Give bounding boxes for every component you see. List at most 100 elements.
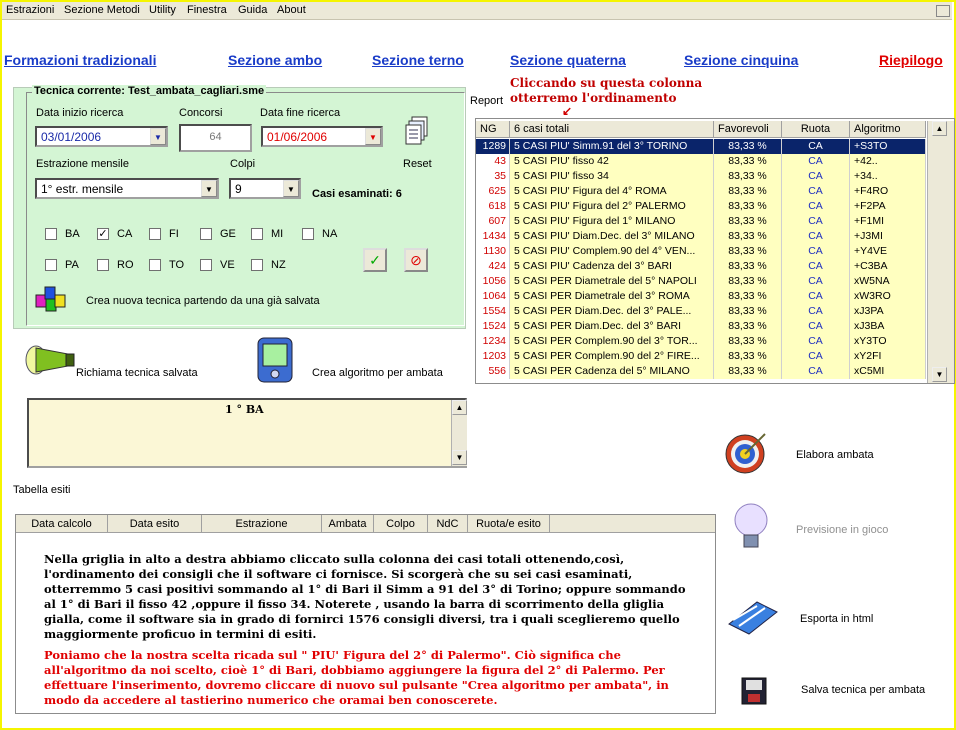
chevron-down-icon[interactable]: ▼: [365, 128, 381, 145]
menu-estrazioni[interactable]: Estrazioni: [6, 4, 54, 16]
sort-annotation: Cliccando su questa colonna otterremo l'…: [510, 76, 703, 105]
crea-algoritmo-label[interactable]: Crea algoritmo per ambata: [312, 367, 443, 379]
grid-row[interactable]: 1056 5 CASI PER Diametrale del 5° NAPOLI 8…: [476, 274, 926, 289]
pda-icon[interactable]: [255, 336, 295, 384]
scroll-down-icon[interactable]: ▼: [932, 367, 947, 382]
elabora-label[interactable]: Elabora ambata: [796, 449, 874, 461]
grid-cell-caso: 5 CASI PER Complem.90 del 3° TOR...: [510, 334, 714, 349]
grid-row[interactable]: 1064 5 CASI PER Diametrale del 3° ROMA 83,…: [476, 289, 926, 304]
grid-cell-algoritmo: +F2PA: [850, 199, 926, 214]
grid-cell-ruota: CA: [782, 304, 850, 319]
grid-cell-caso: 5 CASI PER Diam.Dec. del 3° BARI: [510, 319, 714, 334]
blocks-icon[interactable]: [34, 283, 68, 313]
menu-about[interactable]: About: [277, 4, 306, 16]
grid-row[interactable]: 1130 5 CASI PIU' Complem.90 del 4° VEN...…: [476, 244, 926, 259]
grid-header-ruota[interactable]: Ruota: [782, 121, 850, 138]
grid-row[interactable]: 35 5 CASI PIU' fisso 34 83,33 % CA +34..: [476, 169, 926, 184]
grid-cell-ruota: CA: [782, 274, 850, 289]
new-from-saved-label[interactable]: Crea nuova tecnica partendo da una già s…: [86, 295, 320, 307]
chevron-down-icon[interactable]: ▼: [201, 180, 217, 197]
grid-row[interactable]: 556 5 CASI PER Cadenza del 5° MILANO 83,33…: [476, 364, 926, 379]
grid-cell-algoritmo: xY2FI: [850, 349, 926, 364]
results-header-data-esito[interactable]: Data esito: [108, 515, 202, 533]
results-header-ruota-esito[interactable]: Ruota/e esito: [468, 515, 550, 533]
window-close-button[interactable]: [936, 5, 950, 17]
nav-riepilogo[interactable]: Riepilogo: [879, 52, 943, 68]
algorithm-box[interactable]: 1 ° BA ▲ ▼: [27, 398, 467, 468]
grid-cell-caso: 5 CASI PIU' Diam.Dec. del 3° MILANO: [510, 229, 714, 244]
grid-cell-algoritmo: +F1MI: [850, 214, 926, 229]
grid-row[interactable]: 1234 5 CASI PER Complem.90 del 3° TOR... 8…: [476, 334, 926, 349]
richiama-label[interactable]: Richiama tecnica salvata: [76, 367, 198, 379]
grid-cell-caso: 5 CASI PIU' Figura del 2° PALERMO: [510, 199, 714, 214]
grid-header-algoritmo[interactable]: Algoritmo: [850, 121, 926, 138]
nav-sezione-quaterna[interactable]: Sezione quaterna: [510, 52, 626, 68]
menu-utility[interactable]: Utility: [149, 4, 176, 16]
flashlight-icon[interactable]: [24, 340, 76, 380]
end-date-select[interactable]: 01/06/2006 ▼: [261, 126, 383, 147]
nav-sezione-terno[interactable]: Sezione terno: [372, 52, 464, 68]
grid-cell-ng: 1554: [476, 304, 510, 319]
grid-cell-caso: 5 CASI PIU' fisso 34: [510, 169, 714, 184]
grid-row[interactable]: 1203 5 CASI PER Complem.90 del 2° FIRE...…: [476, 349, 926, 364]
start-date-select[interactable]: 03/01/2006 ▼: [35, 126, 168, 147]
estrazione-select[interactable]: 1° estr. mensile ▼: [35, 178, 219, 199]
grid-cell-caso: 5 CASI PER Complem.90 del 2° FIRE...: [510, 349, 714, 364]
reset-label[interactable]: Reset: [403, 158, 432, 170]
grid-row[interactable]: 43 5 CASI PIU' fisso 42 83,33 % CA +42..: [476, 154, 926, 169]
nav-formazioni-tradizionali[interactable]: Formazioni tradizionali: [4, 52, 156, 68]
results-header-data-calcolo[interactable]: Data calcolo: [16, 515, 108, 533]
no-entry-icon: ⊘: [410, 252, 422, 268]
nav-sezione-cinquina[interactable]: Sezione cinquina: [684, 52, 798, 68]
consigli-grid[interactable]: NG 6 casi totali Favorevoli Ruota Algori…: [475, 118, 955, 384]
scroll-down-icon[interactable]: ▼: [452, 450, 467, 465]
books-icon[interactable]: [727, 598, 779, 636]
results-header-estrazione[interactable]: Estrazione: [202, 515, 322, 533]
menu-finestra[interactable]: Finestra: [187, 4, 227, 16]
grid-cell-ruota: CA: [782, 244, 850, 259]
grid-row[interactable]: 607 5 CASI PIU' Figura del 1° MILANO 83,33…: [476, 214, 926, 229]
grid-row[interactable]: 424 5 CASI PIU' Cadenza del 3° BARI 83,33 …: [476, 259, 926, 274]
chevron-down-icon[interactable]: ▼: [283, 180, 299, 197]
grid-cell-caso: 5 CASI PER Diam.Dec. del 3° PALE...: [510, 304, 714, 319]
tabella-esiti-label: Tabella esiti: [13, 484, 71, 496]
grid-row[interactable]: 618 5 CASI PIU' Figura del 2° PALERMO 83,3…: [476, 199, 926, 214]
results-header-ndc[interactable]: NdC: [428, 515, 468, 533]
chevron-down-icon[interactable]: ▼: [150, 128, 166, 145]
grid-cell-caso: 5 CASI PIU' Figura del 4° ROMA: [510, 184, 714, 199]
grid-header-casi-totali[interactable]: 6 casi totali: [510, 121, 714, 138]
esporta-label[interactable]: Esporta in html: [800, 613, 873, 625]
lightbulb-icon[interactable]: [731, 501, 771, 553]
grid-cell-caso: 5 CASI PIU' Figura del 1° MILANO: [510, 214, 714, 229]
grid-cell-favorevoli: 83,33 %: [714, 229, 782, 244]
clear-wheels-button[interactable]: ⊘: [404, 248, 428, 272]
results-header-ambata[interactable]: Ambata: [322, 515, 374, 533]
grid-row[interactable]: 1434 5 CASI PIU' Diam.Dec. del 3° MILANO 8…: [476, 229, 926, 244]
confirm-wheels-button[interactable]: ✓: [363, 248, 387, 272]
grid-cell-algoritmo: xC5MI: [850, 364, 926, 379]
target-icon[interactable]: [723, 428, 769, 476]
menu-sezione-metodi[interactable]: Sezione Metodi: [64, 4, 140, 16]
grid-row[interactable]: 625 5 CASI PIU' Figura del 4° ROMA 83,33 %…: [476, 184, 926, 199]
grid-header-ng[interactable]: NG: [476, 121, 510, 138]
results-header-colpo[interactable]: Colpo: [374, 515, 428, 533]
algorithm-scrollbar[interactable]: ▲ ▼: [451, 400, 467, 466]
reset-icon[interactable]: [405, 116, 431, 146]
salva-label[interactable]: Salva tecnica per ambata: [801, 684, 925, 696]
scroll-up-icon[interactable]: ▲: [932, 121, 947, 136]
grid-scrollbar[interactable]: ▲ ▼: [927, 121, 954, 383]
end-date-value: 01/06/2006: [267, 130, 328, 144]
results-header-filler: [550, 515, 715, 533]
menu-guida[interactable]: Guida: [238, 4, 267, 16]
grid-cell-favorevoli: 83,33 %: [714, 334, 782, 349]
grid-row[interactable]: 1289 5 CASI PIU' Simm.91 del 3° TORINO 83,…: [476, 139, 926, 154]
nav-sezione-ambo[interactable]: Sezione ambo: [228, 52, 322, 68]
save-disk-icon[interactable]: [740, 674, 768, 706]
grid-cell-ng: 35: [476, 169, 510, 184]
grid-header: NG 6 casi totali Favorevoli Ruota Algori…: [476, 121, 926, 138]
grid-row[interactable]: 1554 5 CASI PER Diam.Dec. del 3° PALE... 8…: [476, 304, 926, 319]
grid-row[interactable]: 1524 5 CASI PER Diam.Dec. del 3° BARI 83,3…: [476, 319, 926, 334]
scroll-up-icon[interactable]: ▲: [452, 400, 467, 415]
colpi-select[interactable]: 9 ▼: [229, 178, 301, 199]
grid-header-favorevoli[interactable]: Favorevoli: [714, 121, 782, 138]
